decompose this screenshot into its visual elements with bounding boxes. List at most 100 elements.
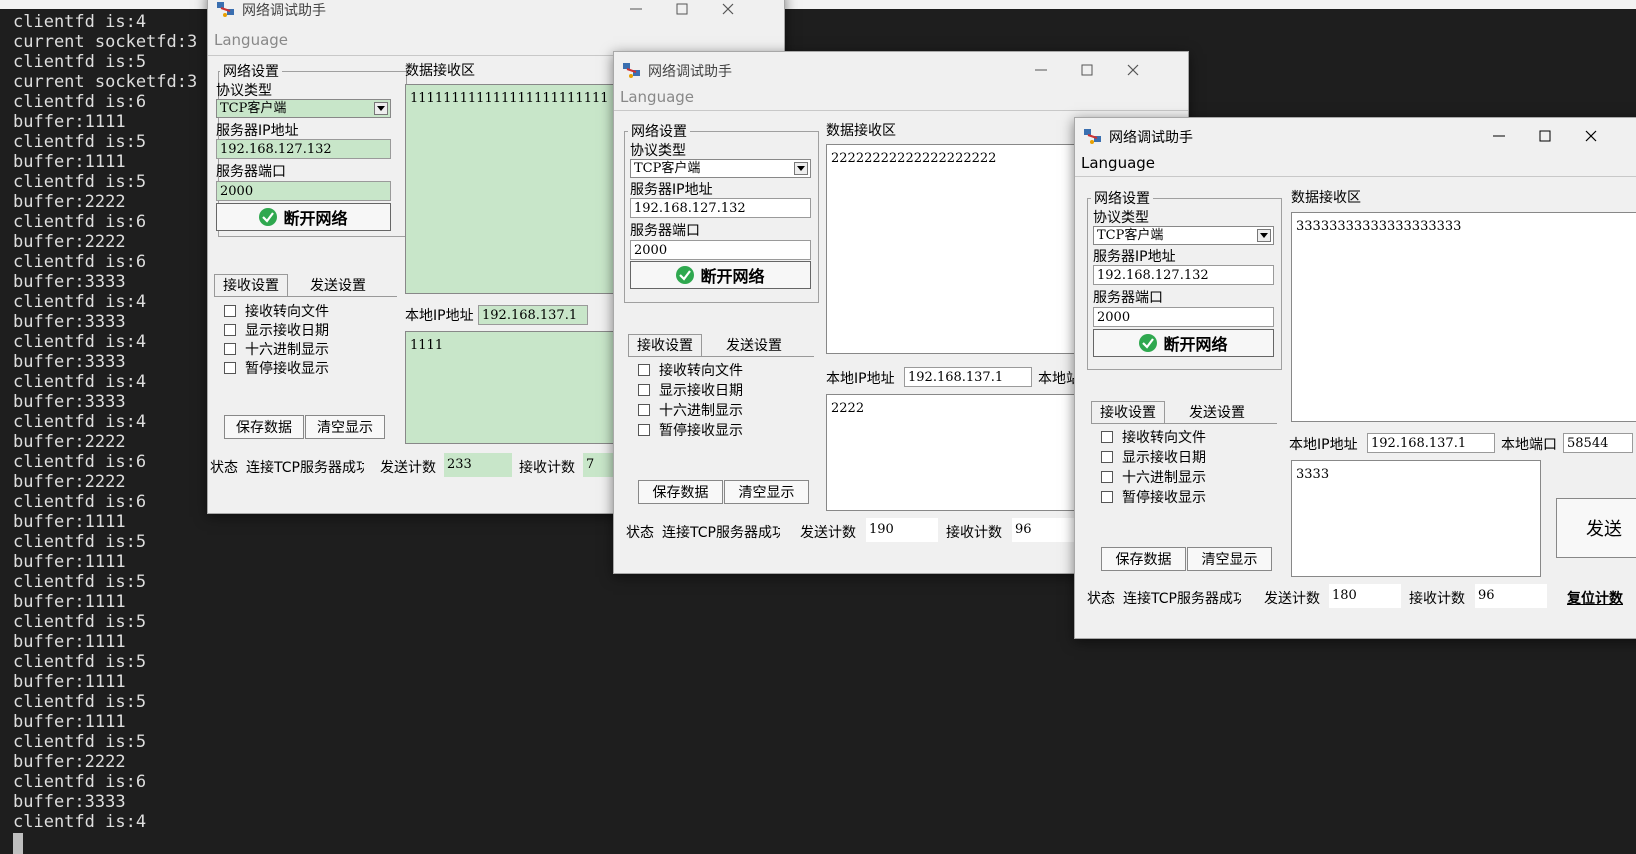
terminal-line: clientfd is:4: [13, 12, 147, 32]
close-icon: [722, 3, 734, 15]
maximize-button[interactable]: [659, 0, 705, 25]
server-port-input[interactable]: 2000: [1093, 307, 1274, 327]
terminal-line: clientfd is:5: [13, 532, 147, 552]
net-assistant-window-3[interactable]: 网络调试助手 Language 网络设置 协议类型 TCP客户端 服务器IP地址…: [1074, 117, 1636, 639]
server-port-input[interactable]: 2000: [630, 240, 811, 260]
option-recv-to-file[interactable]: 接收转向文件: [224, 301, 329, 321]
checkbox[interactable]: [224, 324, 236, 336]
title-bar[interactable]: 网络调试助手: [1075, 118, 1636, 154]
minimize-button[interactable]: [613, 0, 659, 25]
server-port-input[interactable]: 2000: [216, 181, 391, 201]
checkbox[interactable]: [1101, 491, 1113, 503]
terminal-line: clientfd is:5: [13, 732, 147, 752]
terminal-line: clientfd is:5: [13, 612, 147, 632]
protocol-select[interactable]: TCP客户端: [1093, 226, 1274, 245]
option-label: 显示接收日期: [659, 383, 743, 399]
option-show-date[interactable]: 显示接收日期: [638, 380, 743, 400]
server-ip-label: 服务器IP地址: [1093, 249, 1176, 265]
tab-send-settings[interactable]: 发送设置: [1181, 402, 1253, 424]
sent-count: 233: [444, 453, 512, 477]
terminal-line: buffer:2222: [13, 432, 126, 452]
option-recv-to-file[interactable]: 接收转向文件: [638, 360, 743, 380]
checkbox[interactable]: [638, 424, 650, 436]
tab-recv-settings[interactable]: 接收设置: [628, 334, 702, 357]
protocol-value: TCP客户端: [634, 161, 701, 176]
close-button[interactable]: [1568, 120, 1614, 152]
recv-count-label: 接收计数: [1409, 591, 1465, 607]
connected-check-icon: [1139, 334, 1158, 352]
checkbox[interactable]: [1101, 471, 1113, 483]
tab-recv-settings[interactable]: 接收设置: [1091, 401, 1165, 424]
terminal-line: buffer:1111: [13, 552, 126, 572]
tab-send-settings[interactable]: 发送设置: [302, 275, 374, 297]
checkbox[interactable]: [1101, 451, 1113, 463]
option-pause[interactable]: 暂停接收显示: [224, 358, 329, 378]
terminal-line: buffer:1111: [13, 712, 126, 732]
disconnect-button[interactable]: 断开网络: [1093, 329, 1274, 357]
sent-count: 190: [866, 518, 938, 542]
app-network-icon: [623, 63, 640, 78]
maximize-button[interactable]: [1064, 54, 1110, 86]
protocol-label: 协议类型: [1093, 210, 1149, 226]
local-ip-input[interactable]: 192.168.137.1: [478, 305, 588, 325]
option-pause[interactable]: 暂停接收显示: [638, 420, 743, 440]
terminal-line: buffer:1111: [13, 592, 126, 612]
disconnect-button[interactable]: 断开网络: [216, 203, 391, 231]
reset-counts-button[interactable]: 复位计数: [1567, 588, 1623, 608]
close-button[interactable]: [1110, 54, 1156, 86]
protocol-label: 协议类型: [216, 83, 272, 99]
local-port-input[interactable]: 58544: [1563, 433, 1633, 453]
terminal-line: buffer:1111: [13, 512, 126, 532]
option-show-date[interactable]: 显示接收日期: [1101, 447, 1206, 467]
maximize-button[interactable]: [1522, 120, 1568, 152]
menu-language[interactable]: Language: [214, 31, 288, 49]
tab-send-settings[interactable]: 发送设置: [718, 335, 790, 357]
checkbox[interactable]: [1101, 431, 1113, 443]
clear-display-button[interactable]: 清空显示: [305, 415, 385, 439]
checkbox[interactable]: [638, 384, 650, 396]
sent-count: 180: [1329, 584, 1401, 608]
clear-display-button[interactable]: 清空显示: [1187, 547, 1272, 571]
checkbox[interactable]: [638, 404, 650, 416]
tab-recv-settings[interactable]: 接收设置: [214, 274, 288, 297]
close-button[interactable]: [705, 0, 751, 25]
send-button[interactable]: 发送: [1556, 498, 1636, 558]
option-pause[interactable]: 暂停接收显示: [1101, 487, 1206, 507]
checkbox[interactable]: [224, 362, 236, 374]
save-data-button[interactable]: 保存数据: [638, 480, 723, 504]
title-bar[interactable]: 网络调试助手: [208, 0, 784, 27]
option-label: 暂停接收显示: [1122, 490, 1206, 506]
server-ip-input[interactable]: 192.168.127.132: [1093, 265, 1274, 285]
send-area[interactable]: 3333: [1291, 460, 1541, 577]
terminal-line: clientfd is:4: [13, 412, 147, 432]
minimize-button[interactable]: [1018, 54, 1064, 86]
option-hex[interactable]: 十六进制显示: [1101, 467, 1206, 487]
protocol-select[interactable]: TCP客户端: [630, 159, 811, 178]
save-data-button[interactable]: 保存数据: [224, 415, 304, 439]
local-ip-input[interactable]: 192.168.137.1: [1367, 433, 1495, 453]
menu-language[interactable]: Language: [1081, 154, 1155, 172]
server-ip-input[interactable]: 192.168.127.132: [216, 139, 391, 159]
disconnect-button[interactable]: 断开网络: [630, 261, 811, 289]
title-bar[interactable]: 网络调试助手: [614, 52, 1188, 88]
option-hex[interactable]: 十六进制显示: [224, 339, 329, 359]
option-label: 接收转向文件: [1122, 430, 1206, 446]
server-port-label: 服务器端口: [630, 223, 700, 239]
checkbox[interactable]: [638, 364, 650, 376]
option-recv-to-file[interactable]: 接收转向文件: [1101, 427, 1206, 447]
clear-display-button[interactable]: 清空显示: [724, 480, 809, 504]
terminal-line: clientfd is:6: [13, 452, 147, 472]
option-show-date[interactable]: 显示接收日期: [224, 320, 329, 340]
checkbox[interactable]: [224, 305, 236, 317]
checkbox[interactable]: [224, 343, 236, 355]
sent-count-label: 发送计数: [1264, 591, 1320, 607]
receive-area[interactable]: 33333333333333333333: [1291, 212, 1636, 422]
menu-language[interactable]: Language: [620, 88, 694, 106]
terminal-line: buffer:2222: [13, 752, 126, 772]
save-data-button[interactable]: 保存数据: [1101, 547, 1186, 571]
local-ip-input[interactable]: 192.168.137.1: [904, 367, 1032, 387]
minimize-button[interactable]: [1476, 120, 1522, 152]
server-ip-input[interactable]: 192.168.127.132: [630, 198, 811, 218]
option-hex[interactable]: 十六进制显示: [638, 400, 743, 420]
protocol-select[interactable]: TCP客户端: [216, 99, 391, 118]
